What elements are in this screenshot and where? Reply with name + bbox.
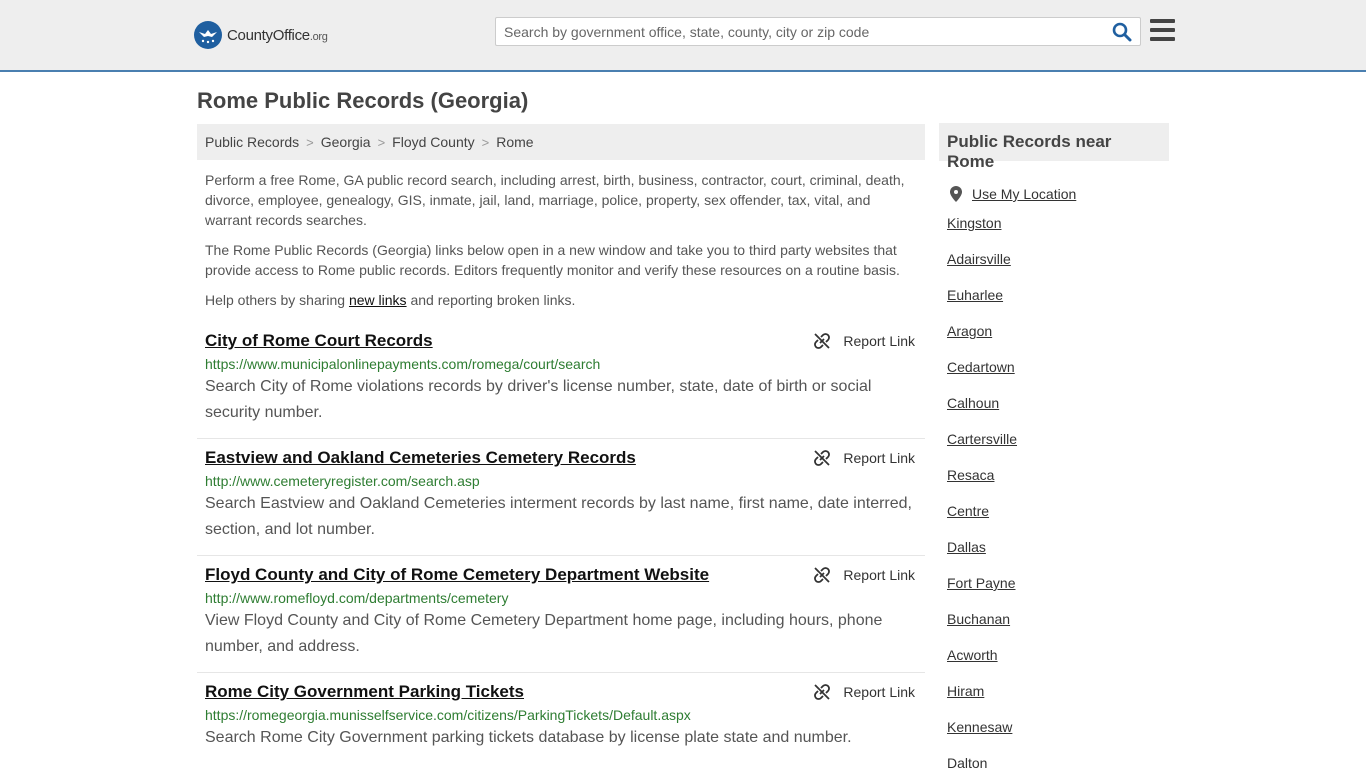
sidebar-item-buchanan: Buchanan	[947, 608, 1167, 644]
record-description: Search Rome City Government parking tick…	[205, 729, 852, 746]
city-link[interactable]: Hiram	[947, 683, 984, 699]
broken-link-icon	[814, 567, 831, 583]
record-title-link[interactable]: Eastview and Oakland Cemeteries Cemetery…	[205, 448, 636, 468]
report-link-button[interactable]: Report Link	[813, 449, 915, 467]
hamburger-menu-icon[interactable]	[1150, 19, 1175, 41]
sidebar-item-aragon: Aragon	[947, 320, 1167, 356]
record-item: City of Rome Court Records https://www.m…	[197, 322, 925, 439]
search-icon[interactable]	[1112, 22, 1132, 42]
sidebar-item-dallas: Dallas	[947, 536, 1167, 572]
record-url: http://www.cemeteryregister.com/search.a…	[205, 473, 480, 489]
sidebar-item-calhoun: Calhoun	[947, 392, 1167, 428]
sidebar-item-acworth: Acworth	[947, 644, 1167, 680]
breadcrumb-separator-icon: >	[306, 134, 314, 150]
city-link[interactable]: Centre	[947, 503, 989, 519]
breadcrumb-public-records[interactable]: Public Records	[205, 134, 299, 150]
city-link[interactable]: Cartersville	[947, 431, 1017, 447]
logo-tld: .org	[309, 30, 328, 43]
sidebar-item-centre: Centre	[947, 500, 1167, 536]
city-link[interactable]: Euharlee	[947, 287, 1003, 303]
logo-wordmark: CountyOffice.org	[227, 27, 328, 44]
city-link[interactable]: Kingston	[947, 215, 1001, 231]
city-link[interactable]: Acworth	[947, 647, 998, 663]
map-pin-icon	[950, 186, 962, 202]
logo-name: CountyOffice	[227, 26, 310, 44]
record-description: Search City of Rome violations records b…	[205, 378, 872, 421]
report-link-button[interactable]: Report Link	[813, 683, 915, 701]
sidebar-item-kennesaw: Kennesaw	[947, 716, 1167, 752]
sidebar-item-hiram: Hiram	[947, 680, 1167, 716]
city-link[interactable]: Aragon	[947, 323, 992, 339]
eagle-logo-icon	[194, 21, 222, 49]
city-link[interactable]: Fort Payne	[947, 575, 1015, 591]
page-title: Rome Public Records (Georgia)	[197, 88, 529, 113]
record-title-link[interactable]: Rome City Government Parking Tickets	[205, 682, 524, 702]
report-link-label: Report Link	[843, 333, 915, 349]
site-logo[interactable]: CountyOffice.org	[194, 20, 328, 50]
new-links-link[interactable]: new links	[349, 292, 407, 308]
record-description: Search Eastview and Oakland Cemeteries i…	[205, 495, 912, 538]
share-note-after: and reporting broken links.	[406, 292, 576, 308]
sidebar-item-cedartown: Cedartown	[947, 356, 1167, 392]
record-item: Floyd County and City of Rome Cemetery D…	[197, 556, 925, 673]
search-input[interactable]	[496, 18, 1106, 45]
broken-link-icon	[814, 450, 831, 466]
record-item: Eastview and Oakland Cemeteries Cemetery…	[197, 439, 925, 556]
record-title-link[interactable]: City of Rome Court Records	[205, 331, 433, 351]
breadcrumb-georgia[interactable]: Georgia	[321, 134, 371, 150]
record-url: https://www.municipalonlinepayments.com/…	[205, 356, 601, 372]
city-link[interactable]: Dallas	[947, 539, 986, 555]
share-links-note: Help others by sharing new links and rep…	[205, 290, 917, 310]
breadcrumb-separator-icon: >	[481, 134, 490, 150]
report-link-button[interactable]: Report Link	[813, 332, 915, 350]
city-link[interactable]: Calhoun	[947, 395, 999, 411]
report-link-label: Report Link	[843, 684, 915, 700]
breadcrumb: Public Records > Georgia > Floyd County …	[197, 124, 925, 160]
city-link[interactable]: Dalton	[947, 755, 987, 768]
broken-link-icon	[814, 333, 831, 349]
intro-paragraph: Perform a free Rome, GA public record se…	[205, 172, 905, 228]
sidebar-item-euharlee: Euharlee	[947, 284, 1167, 320]
nearby-cities-list: Use My Location Kingston Adairsville Euh…	[947, 176, 1167, 768]
records-list: City of Rome Court Records https://www.m…	[197, 322, 925, 768]
record-url: https://romegeorgia.munisselfservice.com…	[205, 707, 691, 723]
report-link-label: Report Link	[843, 450, 915, 466]
report-link-button[interactable]: Report Link	[813, 566, 915, 584]
sidebar-item-adairsville: Adairsville	[947, 248, 1167, 284]
intro-paragraph: The Rome Public Records (Georgia) links …	[205, 242, 900, 278]
sidebar-title: Public Records near Rome	[939, 123, 1169, 171]
city-link[interactable]: Resaca	[947, 467, 994, 483]
share-note-before: Help others by sharing	[205, 292, 349, 308]
search-box	[495, 17, 1141, 46]
breadcrumb-floyd-county[interactable]: Floyd County	[392, 134, 474, 150]
sidebar-item-fort-payne: Fort Payne	[947, 572, 1167, 608]
use-my-location: Use My Location	[947, 176, 1167, 212]
report-link-label: Report Link	[843, 567, 915, 583]
city-link[interactable]: Adairsville	[947, 251, 1011, 267]
record-title-link[interactable]: Floyd County and City of Rome Cemetery D…	[205, 565, 709, 585]
city-link[interactable]: Cedartown	[947, 359, 1015, 375]
sidebar-item-dalton: Dalton	[947, 752, 1167, 768]
city-link[interactable]: Buchanan	[947, 611, 1010, 627]
sidebar-item-kingston: Kingston	[947, 212, 1167, 248]
sidebar-item-resaca: Resaca	[947, 464, 1167, 500]
city-link[interactable]: Kennesaw	[947, 719, 1012, 735]
site-header: CountyOffice.org	[0, 0, 1366, 72]
record-description: View Floyd County and City of Rome Cemet…	[205, 612, 883, 655]
use-my-location-link[interactable]: Use My Location	[972, 183, 1076, 205]
broken-link-icon	[814, 684, 831, 700]
intro-text: Perform a free Rome, GA public record se…	[205, 170, 917, 320]
breadcrumb-current: Rome	[496, 134, 534, 150]
breadcrumb-separator-icon: >	[377, 134, 386, 150]
sidebar-item-cartersville: Cartersville	[947, 428, 1167, 464]
record-url: http://www.romefloyd.com/departments/cem…	[205, 590, 509, 606]
record-item: Rome City Government Parking Tickets htt…	[197, 673, 925, 768]
